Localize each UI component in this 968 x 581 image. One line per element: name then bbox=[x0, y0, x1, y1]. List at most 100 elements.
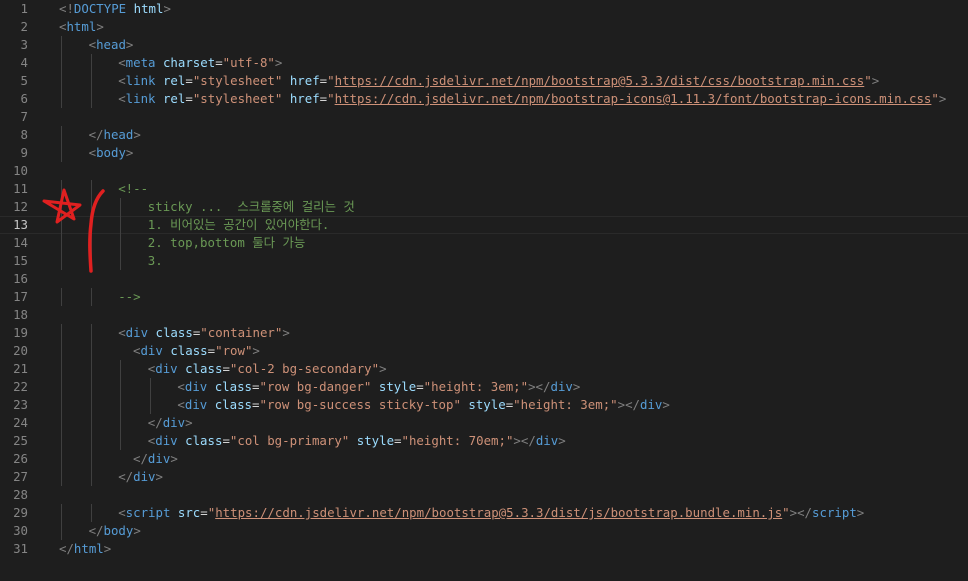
code-line[interactable]: 7 bbox=[0, 108, 968, 126]
code-token: = bbox=[200, 505, 208, 520]
code-token: "utf-8" bbox=[222, 55, 275, 70]
code-line[interactable]: 19 <div class="container"> bbox=[0, 324, 968, 342]
code-line[interactable]: 10 bbox=[0, 162, 968, 180]
code-line[interactable]: 23 <div class="row bg-success sticky-top"… bbox=[0, 396, 968, 414]
code-token: style bbox=[356, 433, 395, 448]
code-token: = bbox=[252, 379, 260, 394]
code-token: < bbox=[118, 91, 126, 106]
code-line[interactable]: 11 <!-- bbox=[0, 180, 968, 198]
code-line[interactable]: 5 <link rel="stylesheet" href="https://cd… bbox=[0, 72, 968, 90]
code-line[interactable]: 25 <div class="col bg-primary" style="hei… bbox=[0, 432, 968, 450]
code-line[interactable]: 26 </div> bbox=[0, 450, 968, 468]
code-line[interactable]: 9 <body> bbox=[0, 144, 968, 162]
code-token: = bbox=[394, 433, 402, 448]
code-line[interactable]: 31 </html> bbox=[0, 540, 968, 558]
code-token: "stylesheet" bbox=[192, 73, 283, 88]
code-line[interactable]: 18 bbox=[0, 306, 968, 324]
line-number: 1 bbox=[20, 1, 28, 16]
code-line[interactable]: 2 <html> bbox=[0, 18, 968, 36]
code-line[interactable]: 24 </div> bbox=[0, 414, 968, 432]
indent-guide bbox=[90, 198, 92, 216]
indent-guide bbox=[149, 378, 151, 396]
code-token: > bbox=[163, 1, 171, 16]
code-token: "container" bbox=[200, 325, 283, 340]
code-token: div bbox=[184, 379, 208, 394]
code-token: "height: 70em;" bbox=[401, 433, 514, 448]
code-token: script bbox=[812, 505, 857, 520]
code-token: > bbox=[282, 325, 290, 340]
code-line[interactable]: 14 2. top,bottom 둘다 가능 bbox=[0, 234, 968, 252]
code-line[interactable]: 1 <!DOCTYPE html> bbox=[0, 0, 968, 18]
code-line[interactable]: 3 <head> bbox=[0, 36, 968, 54]
code-text: <div class="row bg-success sticky-top" s… bbox=[177, 396, 669, 414]
line-number: 7 bbox=[20, 109, 28, 124]
code-token: html bbox=[73, 541, 104, 556]
code-token: " bbox=[327, 91, 335, 106]
code-token: 1. 비어있는 공간이 있어야한다. bbox=[147, 217, 330, 232]
code-token: = bbox=[416, 379, 424, 394]
code-line[interactable]: 6 <link rel="stylesheet" href="https://cd… bbox=[0, 90, 968, 108]
code-token: DOCTYPE bbox=[73, 1, 127, 16]
code-token: = bbox=[215, 55, 223, 70]
code-line[interactable]: 30 </body> bbox=[0, 522, 968, 540]
code-token: < bbox=[118, 505, 126, 520]
code-line[interactable]: 20 <div class="row"> bbox=[0, 342, 968, 360]
code-text: <script src="https://cdn.jsdelivr.net/np… bbox=[118, 504, 864, 522]
code-text: <!DOCTYPE html> bbox=[59, 0, 171, 18]
code-token: > bbox=[558, 433, 566, 448]
code-text: </div> bbox=[148, 414, 193, 432]
line-number: 4 bbox=[20, 55, 28, 70]
line-number: 19 bbox=[13, 325, 28, 340]
code-line[interactable]: 21 <div class="col-2 bg-secondary"> bbox=[0, 360, 968, 378]
indent-guide bbox=[90, 324, 92, 342]
code-token: > bbox=[125, 145, 134, 160]
code-editor[interactable]: 1 <!DOCTYPE html> 2 <html> 3 <head> 4 <meta cha… bbox=[0, 0, 968, 581]
code-text: <html> bbox=[59, 18, 104, 36]
code-line[interactable]: 16 bbox=[0, 270, 968, 288]
indent-guide bbox=[61, 198, 62, 216]
indent-guide bbox=[61, 504, 62, 522]
code-token: ></ bbox=[513, 433, 536, 448]
code-token: style bbox=[378, 379, 417, 394]
code-token: " bbox=[327, 73, 335, 88]
indent-guide bbox=[61, 72, 62, 90]
code-token: class bbox=[185, 361, 223, 376]
code-token: div bbox=[535, 433, 559, 448]
indent-guide bbox=[90, 504, 92, 522]
code-token: </ bbox=[88, 127, 104, 142]
code-token: <!-- bbox=[118, 181, 149, 196]
code-line[interactable]: 17 --> bbox=[0, 288, 968, 306]
indent-guide bbox=[61, 144, 62, 162]
code-token: "col-2 bg-secondary" bbox=[229, 361, 380, 376]
indent-guide bbox=[120, 414, 122, 432]
indent-guide bbox=[90, 360, 92, 378]
code-token: > bbox=[125, 37, 134, 52]
indent-guide bbox=[120, 432, 122, 450]
code-token: > bbox=[379, 361, 387, 376]
code-token: --> bbox=[118, 289, 141, 304]
code-line[interactable]: 22 <div class="row bg-danger" style="heig… bbox=[0, 378, 968, 396]
code-line[interactable]: 29 <script src="https://cdn.jsdelivr.net/… bbox=[0, 504, 968, 522]
code-token: charset bbox=[162, 55, 216, 70]
indent-guide bbox=[61, 90, 62, 108]
code-line[interactable]: 13 1. 비어있는 공간이 있어야한다. bbox=[0, 216, 968, 234]
code-text: sticky ... 스크롤중에 걸리는 것 bbox=[148, 198, 355, 216]
code-line[interactable]: 15 3. bbox=[0, 252, 968, 270]
code-token: > bbox=[662, 397, 670, 412]
code-line[interactable]: 28 bbox=[0, 486, 968, 504]
code-line[interactable]: 12 sticky ... 스크롤중에 걸리는 것 bbox=[0, 198, 968, 216]
indent-guide bbox=[90, 468, 92, 486]
line-number: 12 bbox=[13, 199, 28, 214]
code-token: < bbox=[88, 37, 97, 52]
code-line[interactable]: 8 </head> bbox=[0, 126, 968, 144]
code-text: <div class="container"> bbox=[118, 324, 290, 342]
code-token: > bbox=[856, 505, 865, 520]
indent-guide bbox=[120, 234, 122, 252]
line-number: 6 bbox=[20, 91, 28, 106]
code-token: > bbox=[103, 541, 112, 556]
code-token: div bbox=[155, 433, 178, 448]
code-line[interactable]: 27 </div> bbox=[0, 468, 968, 486]
code-line[interactable]: 4 <meta charset="utf-8"> bbox=[0, 54, 968, 72]
